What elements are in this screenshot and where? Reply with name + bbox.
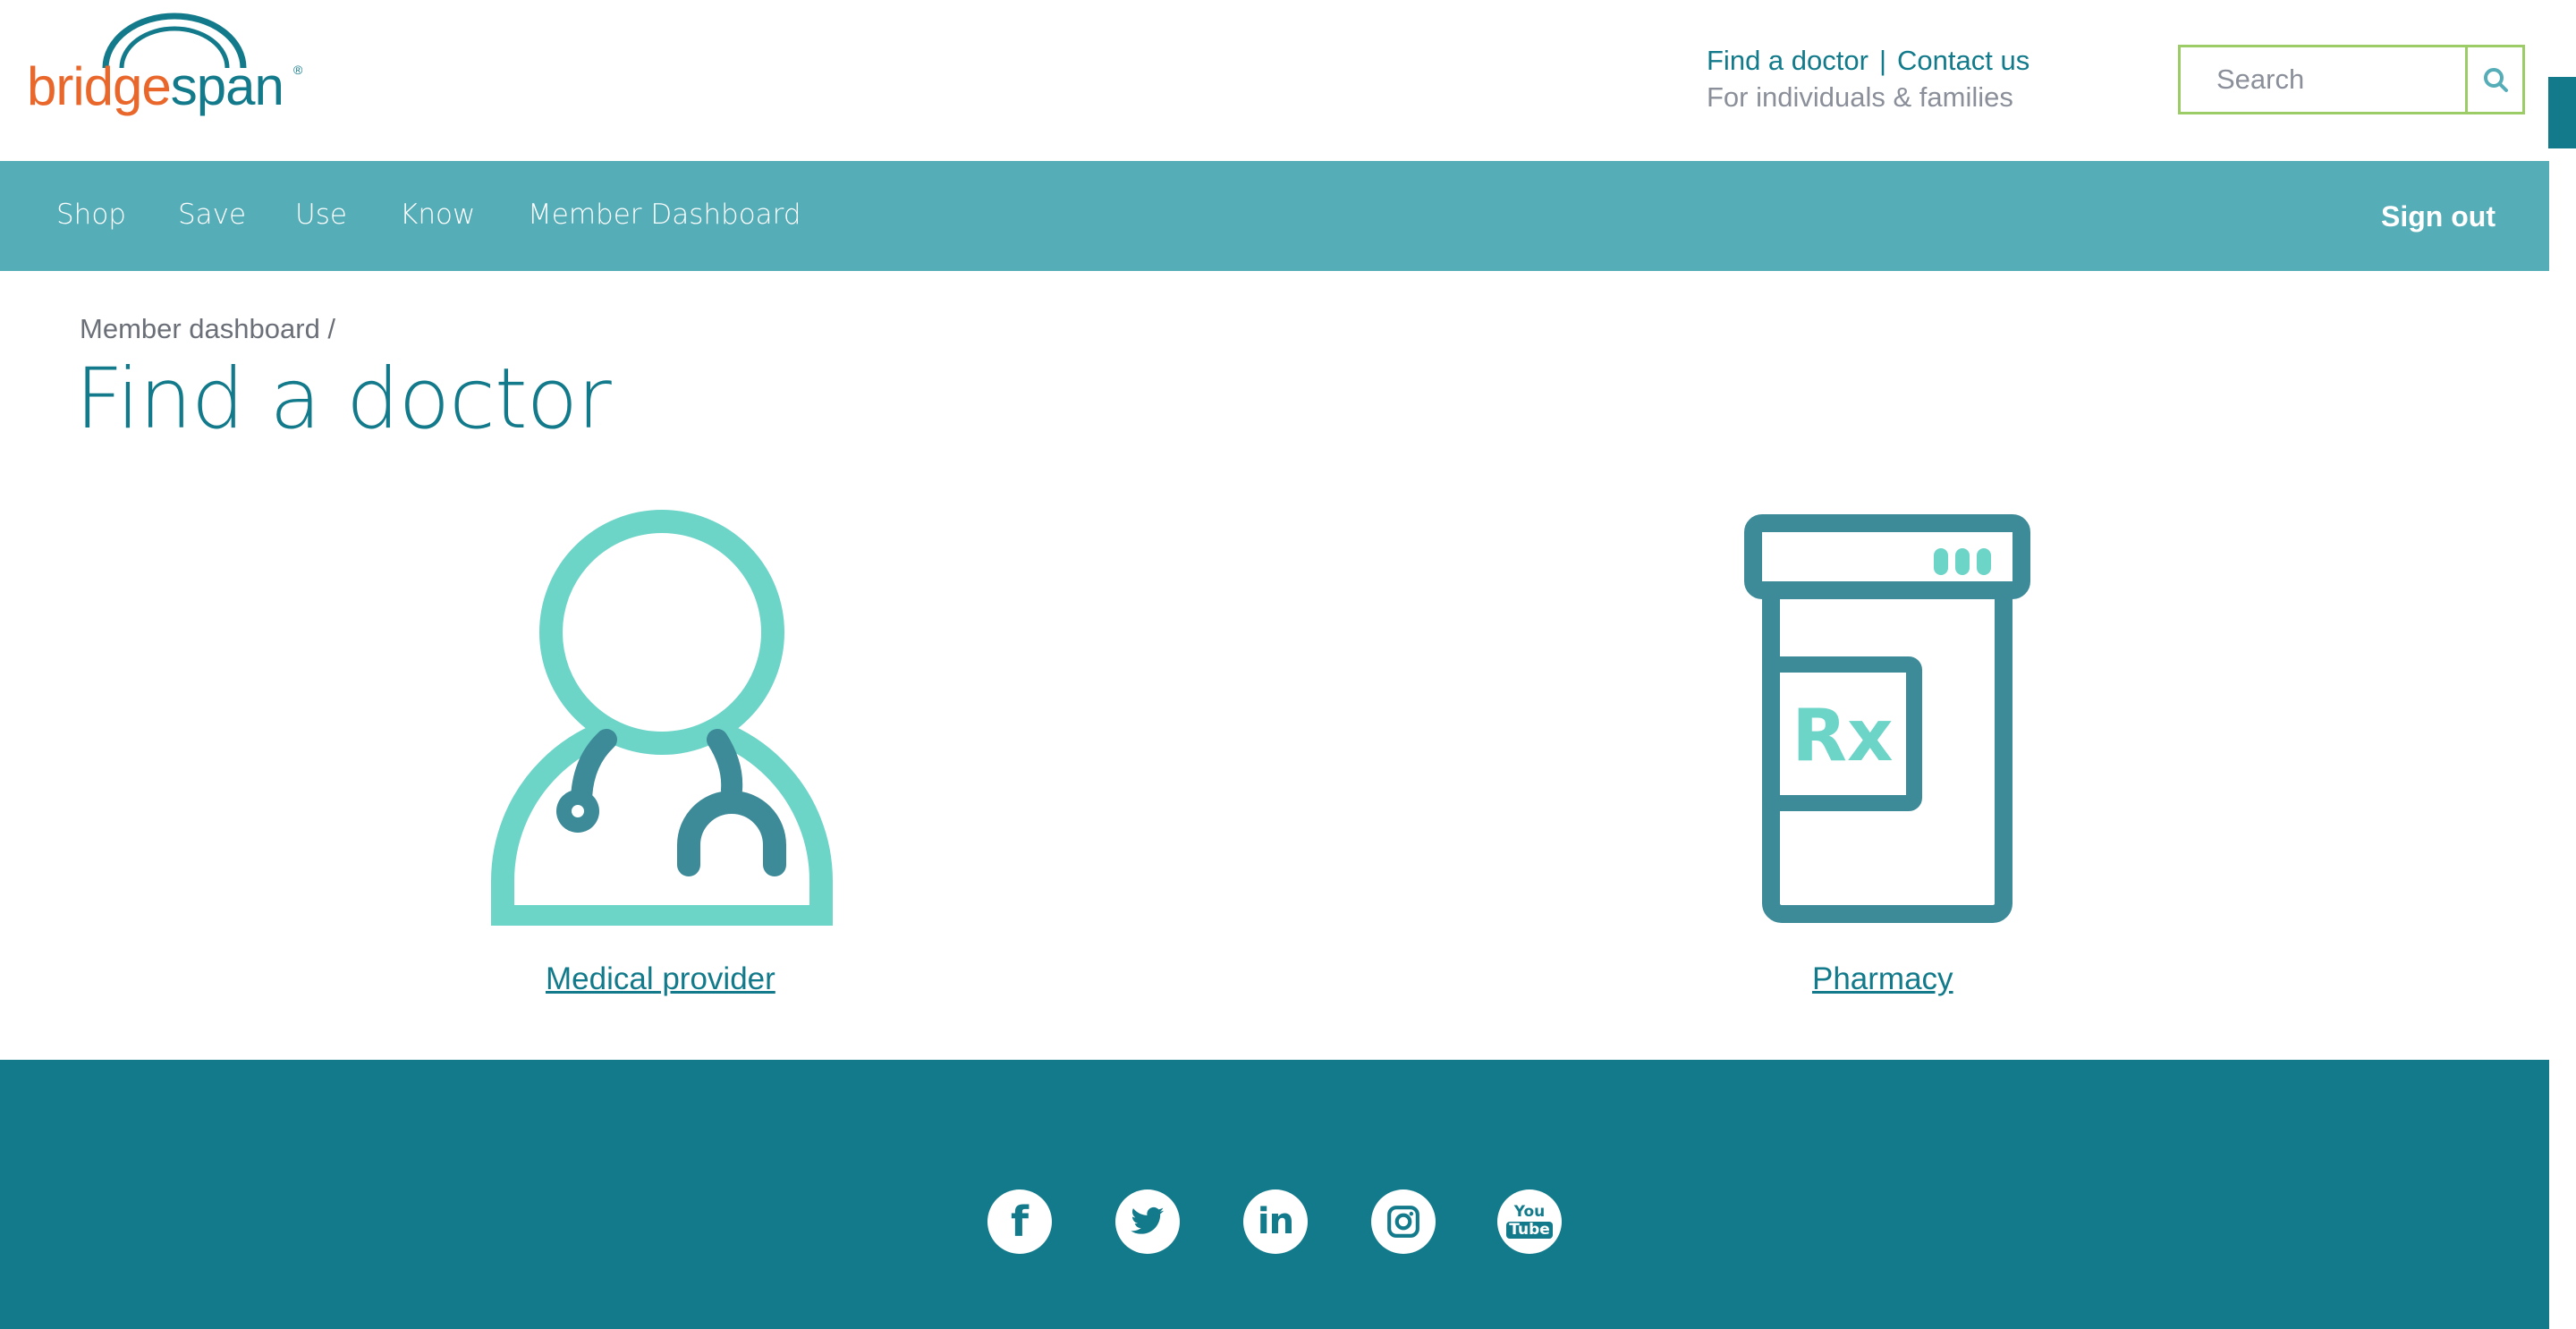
search-input[interactable] [2181,47,2465,112]
find-a-doctor-link[interactable]: Find a doctor [1707,45,1868,76]
medical-provider-link[interactable]: Medical provider [546,961,775,997]
twitter-icon[interactable] [1115,1189,1180,1254]
header-utility-links: Find a doctor | Contact us [1707,45,2029,77]
youtube-icon[interactable]: You Tube [1497,1189,1562,1254]
logo-text-span: span [170,56,284,116]
option-medical-provider[interactable]: Medical provider [483,505,841,1006]
logo-wordmark: bridgespan [27,55,284,117]
main-navigation: Shop Save Use Know Member Dashboard Sign… [0,161,2549,271]
pharmacy-link[interactable]: Pharmacy [1812,961,1953,997]
bridgespan-logo[interactable]: bridgespan ® [27,13,313,116]
logo-text-bridge: bridge [27,56,172,116]
search-form [2178,45,2525,114]
youtube-glyph-top: You [1513,1203,1546,1221]
instagram-camera-glyph [1387,1206,1419,1238]
contact-us-link[interactable]: Contact us [1897,45,2029,76]
breadcrumb[interactable]: Member dashboard / [80,313,335,345]
search-button[interactable] [2465,47,2522,112]
twitter-bird-glyph [1131,1206,1165,1234]
side-feedback-tab[interactable] [2548,77,2576,148]
sign-out-link[interactable]: Sign out [2381,200,2496,233]
nav-item-shop[interactable]: Shop [56,199,126,231]
site-footer: f in You Tube [0,1060,2549,1329]
linkedin-icon[interactable]: in [1243,1189,1308,1254]
nav-item-save[interactable]: Save [178,199,246,231]
nav-item-know[interactable]: Know [400,199,475,231]
doctor-stethoscope-icon[interactable] [483,505,841,926]
pill-bottle-rx-icon[interactable]: Rx [1744,514,2048,926]
linkedin-glyph: in [1257,1201,1294,1242]
nav-item-use[interactable]: Use [295,199,347,231]
site-header: bridgespan ® Find a doctor | Contact us Fo… [0,0,2549,161]
audience-tagline: For individuals & families [1707,81,2013,113]
rx-label: Rx [1792,694,1893,777]
option-pharmacy[interactable]: Rx Pharmacy [1735,514,2075,1006]
facebook-icon[interactable]: f [987,1189,1052,1254]
facebook-glyph: f [1010,1198,1029,1246]
registered-mark: ® [293,63,303,77]
search-icon [2483,68,2508,92]
link-separator: | [1878,45,1886,76]
page-title: Find a doctor [75,351,612,448]
instagram-icon[interactable] [1371,1189,1436,1254]
youtube-glyph: You Tube [1506,1205,1553,1239]
nav-item-member-dashboard[interactable]: Member Dashboard [528,199,801,231]
youtube-glyph-bottom: Tube [1506,1222,1553,1239]
